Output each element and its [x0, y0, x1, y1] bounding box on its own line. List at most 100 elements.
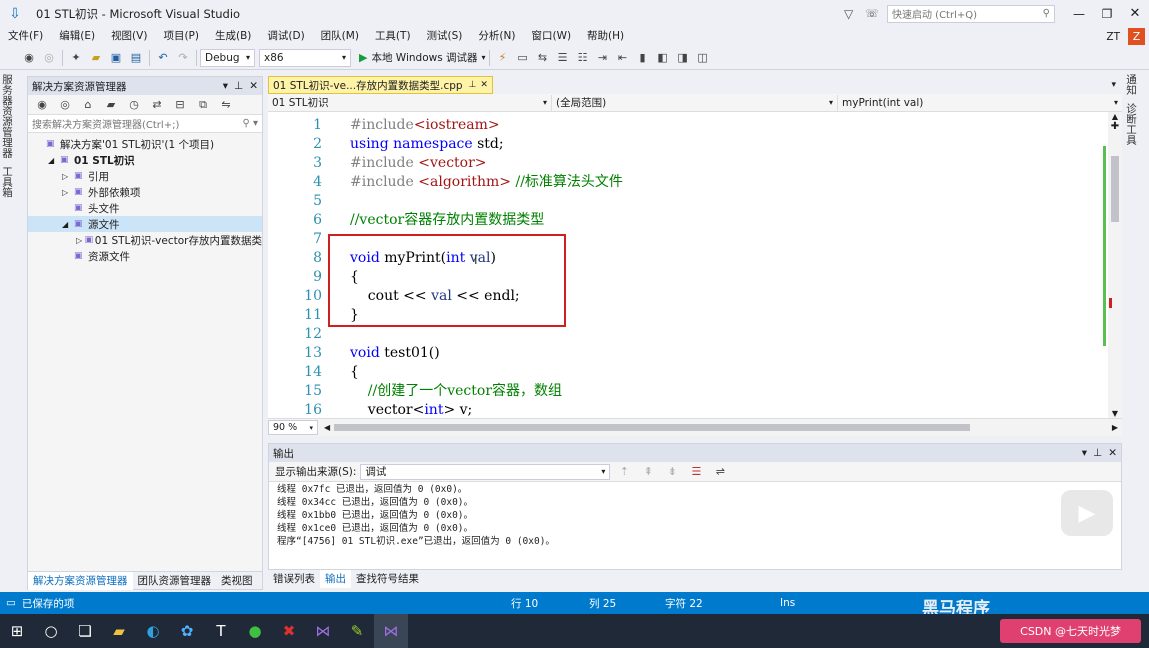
- user-avatar[interactable]: Z: [1128, 28, 1145, 45]
- search-icon[interactable]: ○: [34, 614, 68, 648]
- bookmark-next-icon[interactable]: ◨: [674, 49, 692, 67]
- output-source-select[interactable]: 调试 ▾: [360, 463, 611, 480]
- editor-tab-active[interactable]: 01 STL初识-ve...存放内置数据类型.cpp ⊥ ✕: [268, 76, 493, 94]
- scroll-down-icon[interactable]: ▼: [1108, 409, 1122, 418]
- scroll-left-icon[interactable]: ◀: [324, 423, 330, 432]
- tree-item[interactable]: ▷ ▣ 引用: [28, 168, 262, 184]
- sync-icon[interactable]: ⇄: [148, 96, 166, 114]
- back-icon[interactable]: ◉: [33, 96, 51, 114]
- maximize-button[interactable]: ❐: [1093, 7, 1121, 21]
- task-view-icon[interactable]: ❏: [68, 614, 102, 648]
- comment-icon[interactable]: ☰: [554, 49, 572, 67]
- feedback-icon[interactable]: ☏: [865, 7, 879, 20]
- pin-icon[interactable]: ⊥: [469, 80, 477, 90]
- scroll-right-icon[interactable]: ▶: [1112, 423, 1118, 432]
- media-icon[interactable]: ●: [238, 614, 272, 648]
- redo-icon[interactable]: ↷: [174, 49, 192, 67]
- file-explorer-icon[interactable]: ▰: [102, 614, 136, 648]
- step-icon[interactable]: ⇆: [534, 49, 552, 67]
- visual-studio-active-icon[interactable]: ⋈: [374, 614, 408, 648]
- pending-changes-icon[interactable]: ◷: [125, 96, 143, 114]
- dropdown-icon[interactable]: ▾: [223, 80, 228, 92]
- bookmark-prev-icon[interactable]: ◧: [654, 49, 672, 67]
- menu-item[interactable]: 生成(B): [207, 27, 259, 46]
- menu-item[interactable]: 团队(M): [313, 27, 367, 46]
- word-wrap-icon[interactable]: ⇌: [711, 463, 729, 481]
- find-message-icon[interactable]: ⇡: [615, 463, 633, 481]
- minimize-button[interactable]: —: [1065, 7, 1093, 21]
- show-all-files-icon[interactable]: ⧉: [194, 96, 212, 114]
- tree-item[interactable]: ▣ 头文件: [28, 200, 262, 216]
- panel-tab[interactable]: 解决方案资源管理器: [28, 571, 133, 590]
- panel-tab[interactable]: 类视图: [216, 572, 258, 590]
- platform-select[interactable]: x86 ▾: [259, 48, 351, 67]
- horizontal-scroll-thumb[interactable]: [334, 424, 971, 431]
- scroll-up-icon[interactable]: ▲: [1108, 112, 1122, 121]
- back-icon[interactable]: ◉: [20, 49, 38, 67]
- menu-item[interactable]: 工具(T): [367, 27, 419, 46]
- visual-studio-icon[interactable]: ⋈: [306, 614, 340, 648]
- close-icon[interactable]: ✕: [249, 80, 258, 92]
- home-icon[interactable]: ⌂: [79, 96, 97, 114]
- clear-all-icon[interactable]: ☰: [687, 463, 705, 481]
- panel-tab[interactable]: 查找符号结果: [351, 570, 424, 588]
- bookmark-clear-icon[interactable]: ◫: [694, 49, 712, 67]
- xmind-icon[interactable]: ✖: [272, 614, 306, 648]
- collapse-all-icon[interactable]: ⊟: [171, 96, 189, 114]
- menu-item[interactable]: 编辑(E): [51, 27, 103, 46]
- solution-search-input[interactable]: 搜索解决方案资源管理器(Ctrl+;) ⚲ ▾: [28, 115, 262, 133]
- menu-item[interactable]: 窗口(W): [523, 27, 579, 46]
- quick-launch-input[interactable]: 快速启动 (Ctrl+Q) ⚲: [887, 4, 1055, 23]
- outdent-icon[interactable]: ⇤: [614, 49, 632, 67]
- forward-icon[interactable]: ◎: [40, 49, 58, 67]
- expander-icon[interactable]: ▷: [62, 188, 74, 197]
- new-project-icon[interactable]: ✦: [67, 49, 85, 67]
- uncomment-icon[interactable]: ☷: [574, 49, 592, 67]
- video-play-button[interactable]: ▶: [1061, 490, 1113, 536]
- undo-icon[interactable]: ↶: [154, 49, 172, 67]
- tool-window-tab[interactable]: 工具箱: [0, 162, 15, 202]
- output-text[interactable]: 线程 0x7fc 已退出，返回值为 0 (0x0)。 线程 0x34cc 已退出，…: [269, 482, 1121, 548]
- tree-item[interactable]: ▷ ▣ 01 STL初识-vector存放内置数据类: [28, 232, 262, 248]
- menu-item[interactable]: 项目(P): [155, 27, 207, 46]
- close-icon[interactable]: ✕: [1108, 447, 1117, 459]
- pin-icon[interactable]: ⊥: [1093, 447, 1102, 459]
- windows-start-icon[interactable]: ⊞: [0, 614, 34, 648]
- close-icon[interactable]: ✕: [480, 80, 488, 90]
- panel-tab[interactable]: 输出: [320, 570, 351, 588]
- browser-icon[interactable]: ◐: [136, 614, 170, 648]
- tab-overflow-icon[interactable]: ▾: [1111, 80, 1116, 90]
- browser-link-icon[interactable]: ⚡: [494, 49, 512, 67]
- close-button[interactable]: ✕: [1121, 6, 1149, 21]
- tool-window-tab[interactable]: 通知: [1124, 70, 1139, 99]
- expander-icon[interactable]: ▷: [62, 172, 74, 181]
- user-name[interactable]: ZT: [1106, 31, 1120, 43]
- paint-icon[interactable]: ✎: [340, 614, 374, 648]
- tool-window-tab[interactable]: 服务器资源管理器: [0, 70, 15, 162]
- menu-item[interactable]: 测试(S): [419, 27, 471, 46]
- tool-window-tab[interactable]: 诊断工具: [1124, 99, 1139, 149]
- chevron-down-icon[interactable]: ▾: [482, 53, 486, 62]
- panel-tab[interactable]: 错误列表: [268, 570, 320, 588]
- member-nav-select[interactable]: myPrint(int val) ▾: [837, 94, 1122, 111]
- editor-vertical-scrollbar[interactable]: ▲ ✚ ▼: [1108, 112, 1122, 418]
- menu-item[interactable]: 视图(V): [103, 27, 155, 46]
- vs-download-icon[interactable]: ⇩: [4, 3, 26, 25]
- save-icon[interactable]: ▣: [107, 49, 125, 67]
- tree-item[interactable]: ◢ ▣ 源文件: [28, 216, 262, 232]
- dropdown-icon[interactable]: ▾: [1082, 447, 1087, 459]
- prev-message-icon[interactable]: ⇞: [639, 463, 657, 481]
- start-debugging-button[interactable]: ▶ 本地 Windows 调试器 ▾: [359, 49, 486, 67]
- properties-icon[interactable]: ⇋: [217, 96, 235, 114]
- menu-item[interactable]: 分析(N): [470, 27, 523, 46]
- tree-item[interactable]: ▣ 解决方案'01 STL初识'(1 个项目): [28, 136, 262, 152]
- menu-item[interactable]: 文件(F): [0, 27, 51, 46]
- project-nav-select[interactable]: 01 STL初识 ▾: [268, 95, 551, 111]
- panel-tab[interactable]: 团队资源管理器: [133, 572, 217, 590]
- bookmark-icon[interactable]: ▮: [634, 49, 652, 67]
- breakpoint-icon[interactable]: ▭: [514, 49, 532, 67]
- switch-views-icon[interactable]: ▰: [102, 96, 120, 114]
- app-icon[interactable]: ✿: [170, 614, 204, 648]
- expander-icon[interactable]: ▷: [76, 236, 85, 245]
- tree-item[interactable]: ▷ ▣ 外部依赖项: [28, 184, 262, 200]
